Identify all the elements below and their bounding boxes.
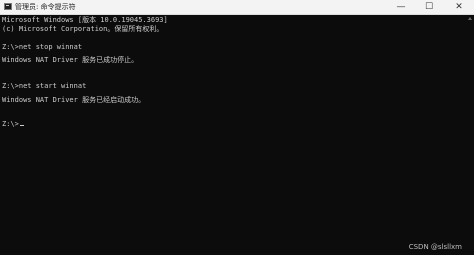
prompt-text: Z:\> [2, 120, 19, 128]
console-line: Windows NAT Driver 服务已成功停止。 [2, 56, 139, 64]
cmd-icon [4, 3, 12, 10]
prompt-line[interactable]: Z:\> [2, 120, 24, 129]
close-button[interactable]: ✕ [444, 0, 474, 14]
console-output[interactable]: Microsoft Windows [版本 10.0.19045.3693] (… [2, 16, 464, 248]
maximize-button[interactable]: ☐ [414, 0, 444, 14]
watermark: CSDN @slsllxm [408, 243, 462, 251]
console-line: (c) Microsoft Corporation。保留所有权利。 [2, 25, 164, 33]
vertical-scrollbar[interactable] [466, 15, 474, 255]
minimize-button[interactable]: — [386, 0, 416, 14]
text-cursor [19, 125, 24, 126]
console-line: Z:\>net start winnat [2, 82, 87, 90]
console-line: Microsoft Windows [版本 10.0.19045.3693] [2, 16, 168, 24]
console-line: Z:\>net stop winnat [2, 43, 83, 51]
title-bar[interactable]: 管理员: 命令提示符 — ☐ ✕ [0, 0, 474, 15]
scroll-up-arrow-icon[interactable] [468, 17, 472, 20]
window-title: 管理员: 命令提示符 [15, 3, 76, 11]
console-line: Windows NAT Driver 服务已经启动成功。 [2, 96, 146, 104]
